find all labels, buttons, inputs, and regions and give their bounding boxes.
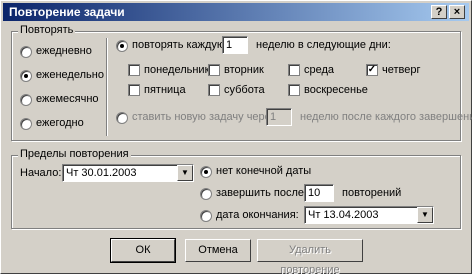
- radio-daily[interactable]: [20, 46, 32, 58]
- radio-yearly-label: ежегодно: [36, 117, 84, 129]
- checkbox-saturday-label: суббота: [224, 84, 265, 96]
- title-bar[interactable]: Повторение задачи ? ×: [3, 3, 469, 21]
- checkbox-saturday[interactable]: [208, 84, 220, 96]
- close-button[interactable]: ×: [449, 5, 465, 19]
- radio-regenerate[interactable]: [116, 112, 128, 124]
- checkbox-monday-label: понедельник: [144, 64, 210, 76]
- regenerate-label: ставить новую задачу через: [132, 111, 276, 123]
- repeat-group-legend: Повторять: [18, 24, 76, 36]
- repeat-every-input[interactable]: 1: [222, 36, 248, 54]
- window-title: Повторение задачи: [9, 5, 125, 19]
- repeat-every-suffix: неделю в следующие дни:: [256, 39, 391, 51]
- range-group: Пределы повторения Начало: Чт 30.01.2003…: [11, 148, 461, 229]
- regenerate-input[interactable]: 1: [266, 108, 292, 126]
- start-date-dropdown-icon[interactable]: ▼: [177, 165, 193, 181]
- radio-daily-label: ежедневно: [36, 45, 92, 57]
- checkbox-monday[interactable]: [128, 64, 140, 76]
- ok-button[interactable]: ОК: [110, 238, 176, 263]
- checkbox-friday-label: пятница: [144, 84, 186, 96]
- radio-repeat-every[interactable]: [116, 40, 128, 52]
- end-after-suffix: повторений: [342, 187, 402, 199]
- vertical-separator: [106, 38, 108, 136]
- radio-monthly-label: ежемесячно: [36, 93, 99, 105]
- radio-end-after[interactable]: [200, 188, 212, 200]
- radio-yearly[interactable]: [20, 118, 32, 130]
- checkbox-tuesday-label: вторник: [224, 64, 264, 76]
- dialog-window: Повторение задачи ? × Повторять ежедневн…: [0, 0, 472, 274]
- checkbox-wednesday-label: среда: [304, 64, 335, 76]
- range-group-legend: Пределы повторения: [18, 148, 131, 160]
- no-end-label: нет конечной даты: [216, 165, 312, 177]
- checkbox-sunday[interactable]: [288, 84, 300, 96]
- radio-end-by[interactable]: [200, 210, 212, 222]
- checkbox-thursday-label: четверг: [382, 64, 421, 76]
- start-date-select[interactable]: Чт 30.01.2003: [62, 164, 194, 182]
- radio-no-end[interactable]: [200, 166, 212, 178]
- end-by-label: дата окончания:: [216, 209, 299, 221]
- start-label: Начало:: [20, 167, 62, 179]
- radio-weekly[interactable]: [20, 70, 32, 82]
- radio-monthly[interactable]: [20, 94, 32, 106]
- checkbox-sunday-label: воскресенье: [304, 84, 368, 96]
- radio-weekly-label: еженедельно: [36, 69, 104, 81]
- end-after-input[interactable]: 10: [304, 184, 334, 202]
- regenerate-suffix: неделю после каждого завершения: [300, 111, 472, 123]
- cancel-button[interactable]: Отмена: [185, 239, 251, 262]
- checkbox-thursday[interactable]: ✓: [366, 64, 378, 76]
- checkbox-tuesday[interactable]: [208, 64, 220, 76]
- end-by-date-select[interactable]: Чт 13.04.2003: [304, 206, 434, 224]
- repeat-every-label: повторять каждую: [132, 39, 226, 51]
- remove-recurrence-button[interactable]: Удалить повторение: [257, 239, 363, 274]
- checkbox-friday[interactable]: [128, 84, 140, 96]
- help-button[interactable]: ?: [431, 5, 447, 19]
- end-by-dropdown-icon[interactable]: ▼: [417, 207, 433, 223]
- checkbox-wednesday[interactable]: [288, 64, 300, 76]
- repeat-group: Повторять ежедневно еженедельно ежемесяч…: [11, 24, 472, 141]
- end-after-label: завершить после:: [216, 187, 308, 199]
